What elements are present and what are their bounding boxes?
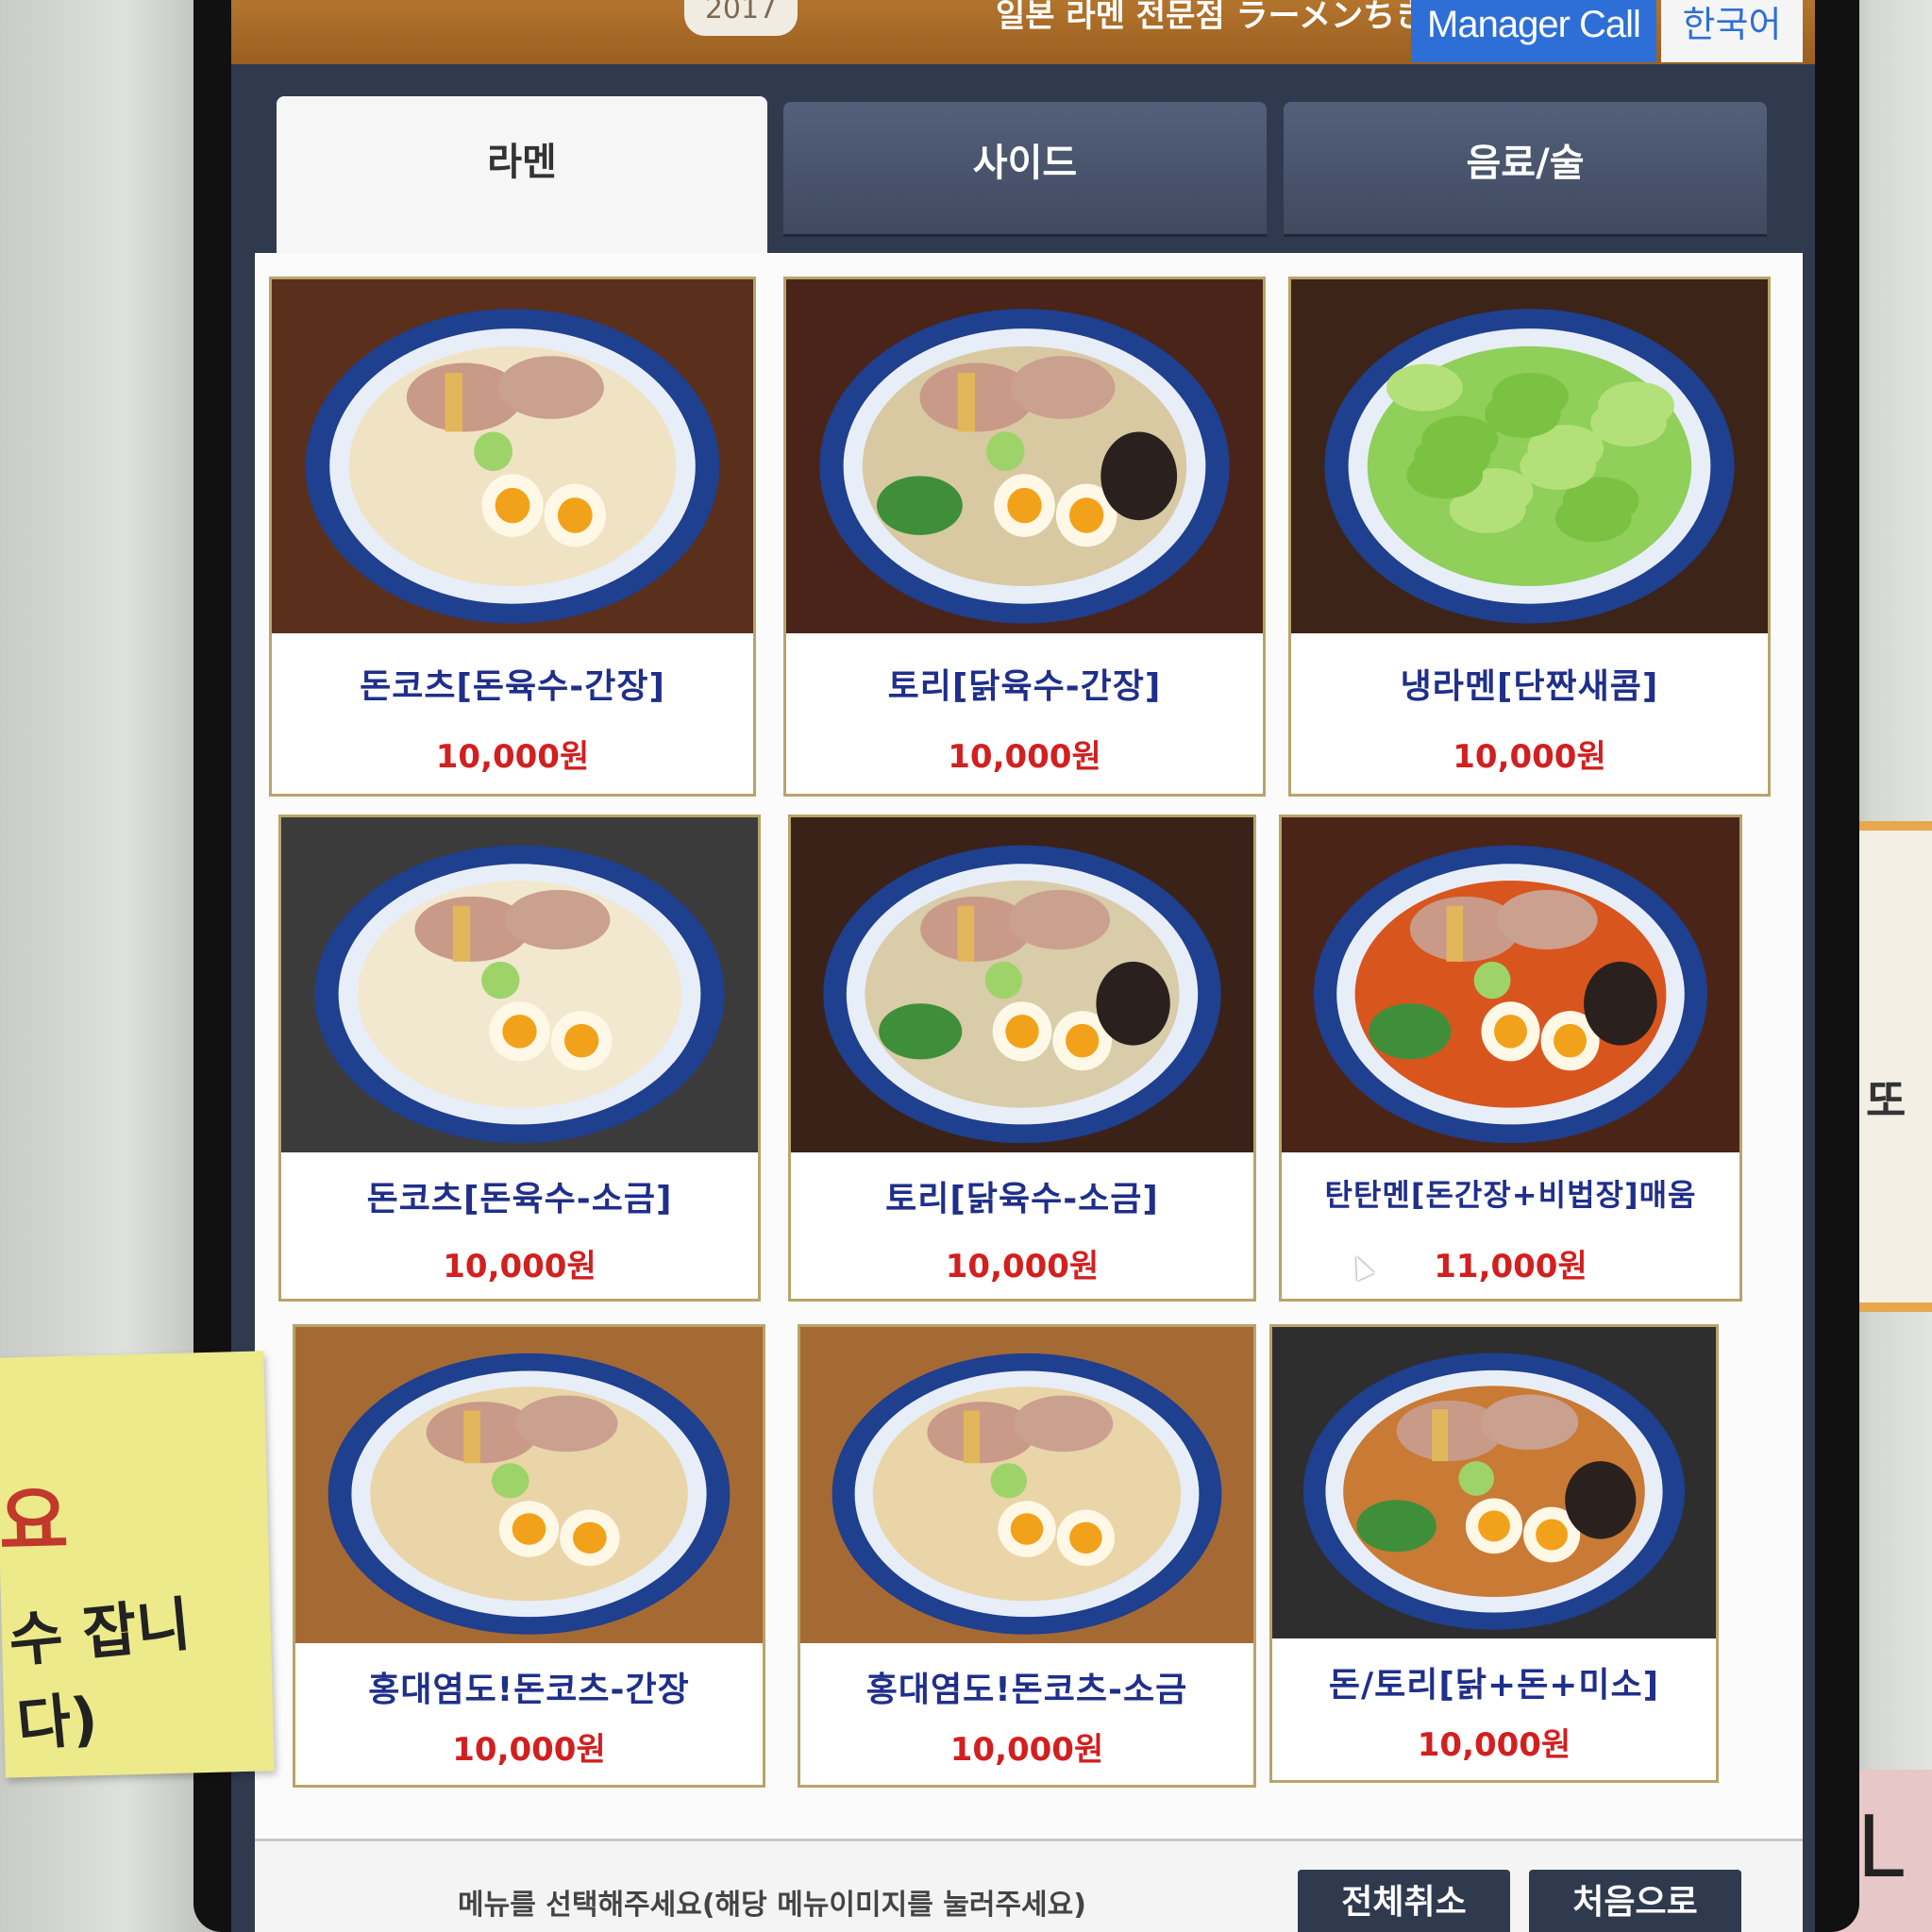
- menu-item-price: 10,000원: [948, 738, 1101, 776]
- bowl-illustration: [295, 1327, 763, 1643]
- menu-item-name: 토리[닭육수-간장]: [887, 667, 1162, 706]
- cancel-all-button[interactable]: 전체취소: [1298, 1870, 1510, 1932]
- menu-item-price: 10,000원: [1453, 738, 1606, 776]
- category-tabs: 라멘 사이드 음료/술: [231, 64, 1815, 253]
- menu-item-card[interactable]: 돈/토리[닭+돈+미소] 10,000원: [1269, 1324, 1719, 1783]
- menu-item-photo[interactable]: [281, 817, 758, 1152]
- menu-item-name: 냉라멘[단짠새콤]: [1400, 667, 1659, 706]
- bowl-illustration: [786, 279, 1263, 633]
- logo-badge: 2017: [684, 0, 798, 36]
- menu-item-photo[interactable]: [791, 817, 1253, 1152]
- sticky-note-text: 요: [0, 1476, 70, 1567]
- shop-name: 일본 라멘 전문점 ラーメンちきん: [996, 0, 1460, 35]
- menu-item-name: 돈코츠[돈육수-소금]: [366, 1180, 673, 1218]
- tab-side[interactable]: 사이드: [783, 102, 1267, 234]
- menu-item-photo[interactable]: [800, 1327, 1253, 1643]
- menu-item-photo[interactable]: [295, 1327, 763, 1643]
- menu-item-photo[interactable]: [1291, 279, 1768, 633]
- bowl-illustration: [1282, 817, 1739, 1152]
- menu-grid: 돈코츠[돈육수-간장] 10,000원 토리[닭육수-간장] 10,000원 냉…: [255, 253, 1803, 1839]
- menu-item-price: 10,000원: [949, 1731, 1104, 1769]
- bowl-illustration: [791, 817, 1253, 1152]
- menu-item-price: 10,000원: [1417, 1726, 1571, 1764]
- menu-item-photo[interactable]: [1282, 817, 1739, 1152]
- wall-paper-text: L: [1856, 1798, 1905, 1897]
- menu-item-price: 10,000원: [443, 1248, 596, 1285]
- menu-item-name: 돈/토리[닭+돈+미소]: [1328, 1666, 1660, 1705]
- bowl-illustration: [800, 1327, 1253, 1643]
- bowl-illustration: [281, 817, 758, 1152]
- menu-item-name: 홍대염도!돈코츠-소금: [865, 1671, 1188, 1709]
- bowl-illustration: [272, 279, 753, 633]
- menu-item-photo[interactable]: [272, 279, 753, 633]
- wall-sign-text: 또: [1866, 1075, 1907, 1126]
- menu-item-card[interactable]: 돈코츠[돈육수-간장] 10,000원: [269, 277, 756, 797]
- kiosk-screen: 2017 일본 라멘 전문점 ラーメンちきん Manager Call 한국어 …: [231, 0, 1815, 1932]
- menu-item-card[interactable]: 탄탄멘[돈간장+비법장]매움 11,000원: [1279, 815, 1742, 1302]
- sticky-note-text: 수 잡니다): [6, 1588, 193, 1760]
- menu-item-card[interactable]: 홍대염도!돈코츠-소금 10,000원: [798, 1324, 1256, 1788]
- menu-item-name: 토리[닭육수-소금]: [885, 1180, 1159, 1218]
- tab-ramen[interactable]: 라멘: [277, 96, 767, 253]
- footer-bar: 메뉴를 선택해주세요(해당 메뉴이미지를 눌러주세요) 전체취소 처음으로: [255, 1839, 1803, 1932]
- manager-call-button[interactable]: Manager Call: [1411, 0, 1656, 62]
- menu-item-name: 돈코츠[돈육수-간장]: [360, 667, 665, 706]
- menu-item-card[interactable]: 홍대염도!돈코츠-간장 10,000원: [293, 1324, 765, 1788]
- menu-item-photo[interactable]: [1272, 1327, 1716, 1638]
- menu-item-price: 10,000원: [435, 738, 590, 776]
- tab-drinks[interactable]: 음료/술: [1284, 102, 1767, 234]
- header-bar: 2017 일본 라멘 전문점 ラーメンちきん Manager Call 한국어: [231, 0, 1815, 64]
- instruction-text: 메뉴를 선택해주세요(해당 메뉴이미지를 눌러주세요): [458, 1889, 1086, 1922]
- menu-item-card[interactable]: 냉라멘[단짠새콤] 10,000원: [1288, 277, 1771, 797]
- menu-item-price: 10,000원: [945, 1248, 1100, 1285]
- menu-item-photo[interactable]: [786, 279, 1263, 633]
- language-button[interactable]: 한국어: [1661, 0, 1803, 62]
- menu-item-price: 10,000원: [452, 1731, 606, 1769]
- menu-item-card[interactable]: 토리[닭육수-소금] 10,000원: [788, 815, 1256, 1302]
- bowl-illustration: [1291, 279, 1768, 633]
- menu-item-name: 탄탄멘[돈간장+비법장]매움: [1324, 1177, 1697, 1213]
- home-button[interactable]: 처음으로: [1529, 1870, 1741, 1932]
- menu-item-card[interactable]: 돈코츠[돈육수-소금] 10,000원: [278, 815, 761, 1302]
- sticky-note: 요 수 잡니다): [0, 1351, 275, 1778]
- bowl-illustration: [1272, 1327, 1716, 1638]
- menu-item-name: 홍대염도!돈코츠-간장: [368, 1671, 690, 1709]
- menu-item-card[interactable]: 토리[닭육수-간장] 10,000원: [783, 277, 1266, 797]
